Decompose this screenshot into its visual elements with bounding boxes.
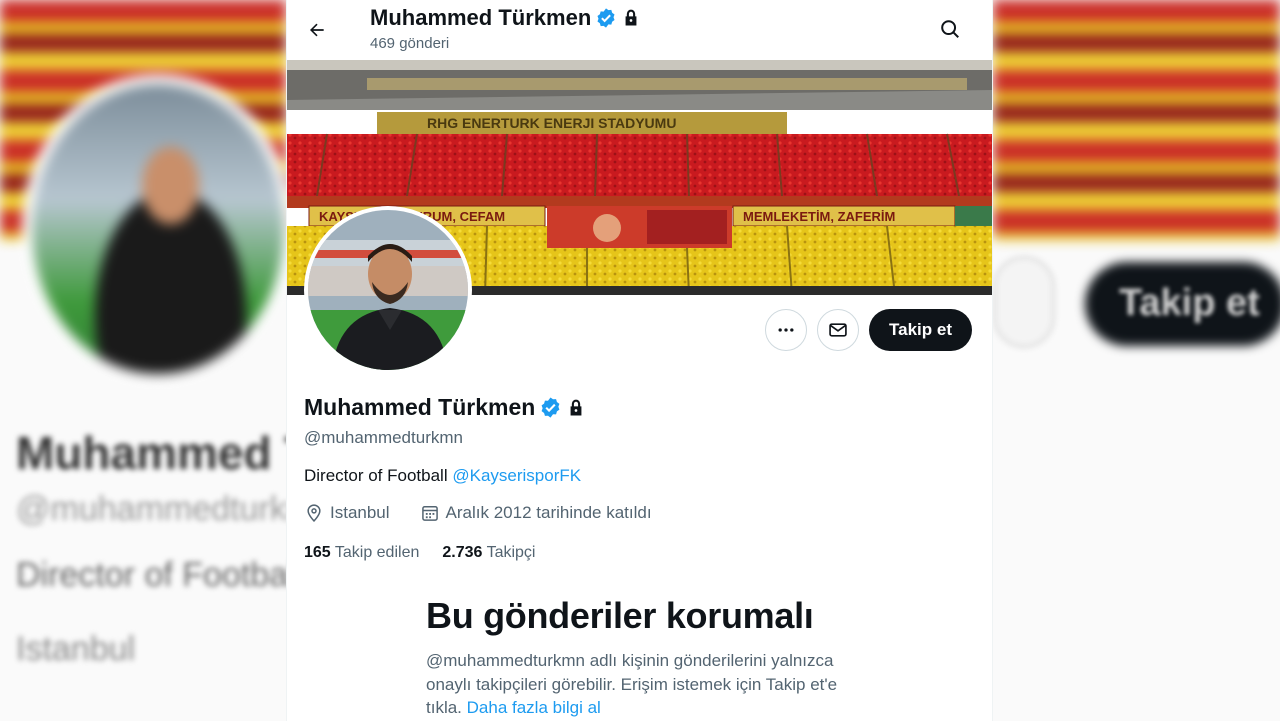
message-button[interactable] [817, 309, 860, 351]
topbar-title: Muhammed Türkmen [370, 5, 641, 31]
followers-label: Takipçi [486, 544, 536, 561]
following-label: Takip edilen [334, 544, 420, 561]
learn-more-link[interactable]: Daha fazla bilgi al [467, 698, 601, 717]
lock-icon [625, 9, 637, 26]
profile-bio: Director of Football @KayserisporFK [304, 466, 581, 486]
blurred-name: Muhammed Türkmen [16, 427, 286, 479]
lock-icon [570, 399, 582, 415]
protected-notice-body: @muhammedturkmn adlı kişinin gönderileri… [426, 649, 846, 720]
followers-count: 2.736 [442, 544, 483, 561]
back-button[interactable] [299, 12, 335, 48]
more-button[interactable] [765, 309, 808, 351]
arrow-left-icon [310, 23, 324, 37]
more-dots-icon [778, 328, 794, 332]
verified-badge-icon [541, 397, 560, 418]
blurred-bio: Director of Football [16, 556, 286, 594]
search-icon [941, 20, 959, 38]
blurred-handle: @muhammedturkmn [16, 490, 286, 528]
bio-mention-link[interactable]: @KayserisporFK [452, 466, 581, 485]
blurred-banner-right [993, 0, 1280, 240]
follow-button[interactable]: Takip et [869, 309, 972, 351]
banner-right-text: MEMLEKETİM, ZAFERİM [743, 209, 895, 224]
profile-avatar[interactable] [304, 206, 472, 374]
blurred-background-left: Muhammed Türkmen @muhammedturkmn Directo… [0, 0, 286, 721]
blurred-message-button [993, 256, 1055, 348]
profile-actions: Takip et [765, 309, 972, 351]
profile-meta: Istanbul Aralık 2012 tarihinde katıldı [304, 503, 652, 523]
following-count: 165 [304, 544, 331, 561]
top-bar: Muhammed Türkmen 469 gönderi [287, 0, 992, 60]
profile-page: Muhammed Türkmen 469 gönderi RHG ENERTUR… [286, 0, 993, 721]
profile-location: Istanbul [330, 503, 390, 522]
profile-name-row: Muhammed Türkmen [304, 394, 586, 421]
blurred-location: Istanbul [16, 630, 136, 668]
follow-stats: 165 Takip edilen 2.736 Takipçi [304, 544, 535, 562]
protected-notice-title: Bu gönderiler korumalı [426, 595, 814, 636]
post-count: 469 gönderi [370, 35, 450, 52]
blurred-background-right: Takip et [993, 0, 1280, 721]
profile-display-name: Muhammed Türkmen [304, 394, 536, 420]
stadium-sign-text: RHG ENERTURK ENERJI STADYUMU [427, 115, 676, 131]
bio-text: Director of Football [304, 466, 453, 485]
envelope-icon [829, 323, 847, 337]
following-link[interactable]: 165 Takip edilen [304, 544, 419, 562]
profile-handle: @muhammedturkmn [304, 428, 463, 447]
search-button[interactable] [932, 14, 968, 44]
verified-badge-icon [597, 8, 615, 28]
calendar-icon [421, 505, 438, 521]
followers-link[interactable]: 2.736 Takipçi [442, 544, 535, 562]
blurred-avatar [22, 74, 286, 384]
blurred-follow-label: Takip et [1119, 282, 1260, 324]
location-pin-icon [307, 504, 321, 522]
profile-joined-date: Aralık 2012 tarihinde katıldı [445, 503, 652, 522]
avatar-photo [308, 210, 468, 370]
topbar-display-name: Muhammed Türkmen [370, 5, 592, 30]
